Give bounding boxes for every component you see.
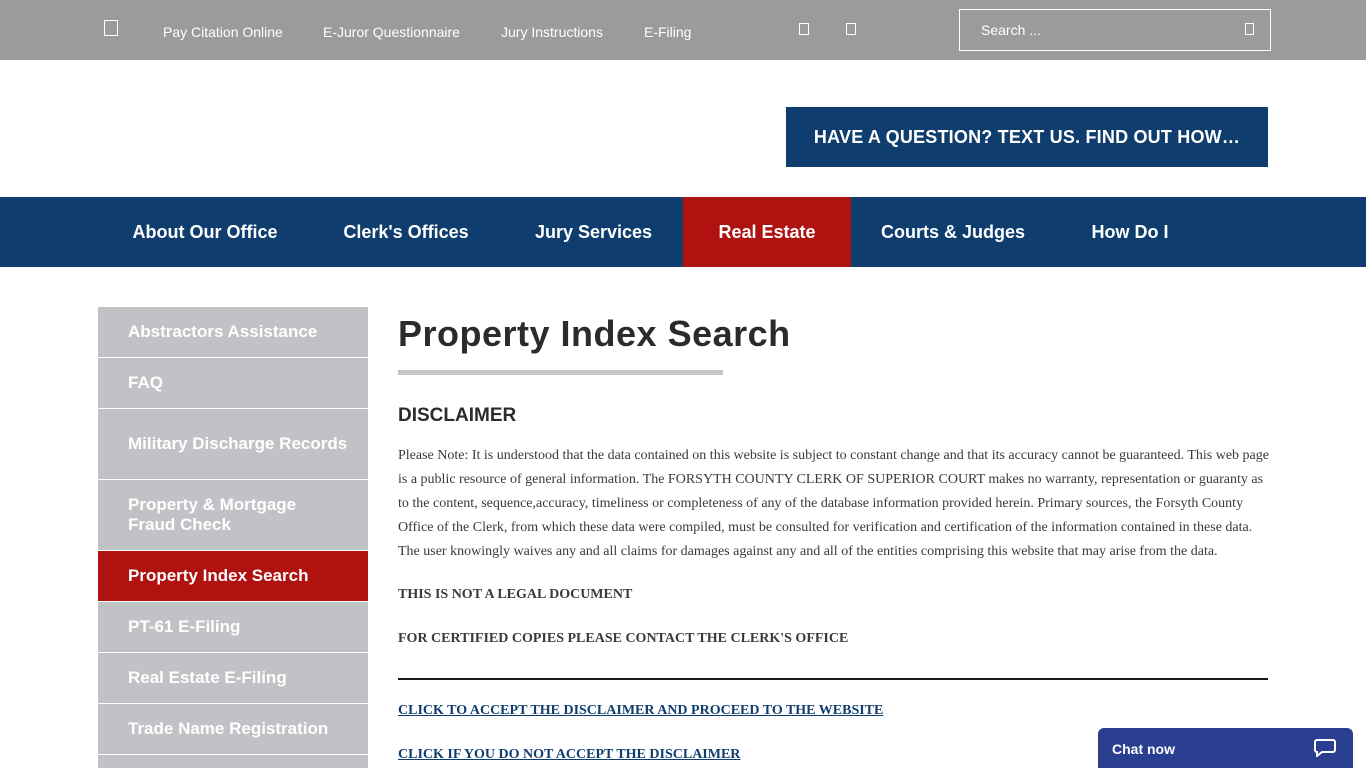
top-link-pay-citation[interactable]: Pay Citation Online [163,24,283,40]
top-utility-bar: Pay Citation Online E-Juror Questionnair… [0,0,1366,60]
not-legal-document-note: THIS IS NOT A LEGAL DOCUMENT [398,587,633,602]
sidebar-item-abstractors-assistance[interactable]: Abstractors Assistance [98,307,368,358]
title-underline [398,370,723,375]
sidebar-item-faq[interactable]: FAQ [98,358,368,409]
nav-item-courts-judges[interactable]: Courts & Judges [861,197,1045,267]
facebook-icon[interactable] [799,23,809,35]
sidebar-item-property-index-search[interactable]: Property Index Search [98,551,368,602]
sidebar-item-property-mortgage-fraud-check[interactable]: Property & Mortgage Fraud Check [98,480,368,551]
chat-bubble-icon [1314,739,1336,757]
top-link-e-juror[interactable]: E-Juror Questionnaire [323,24,460,40]
search-input[interactable] [960,10,1230,50]
chat-now-button[interactable]: Chat now [1098,728,1353,768]
search-box [959,9,1271,51]
disclaimer-heading: DISCLAIMER [398,405,517,426]
home-icon[interactable] [104,20,118,36]
nav-item-clerks-offices[interactable]: Clerk's Offices [320,197,492,267]
text-us-cta-button[interactable]: HAVE A QUESTION? TEXT US. FIND OUT HOW… [786,107,1268,167]
divider [398,678,1268,680]
sidebar-item-more[interactable] [98,755,368,768]
disclaimer-text: Please Note: It is understood that the d… [398,448,1269,559]
decline-disclaimer-link[interactable]: CLICK IF YOU DO NOT ACCEPT THE DISCLAIME… [398,747,740,763]
sidebar-item-real-estate-e-filing[interactable]: Real Estate E-Filing [98,653,368,704]
top-link-jury-instructions[interactable]: Jury Instructions [501,24,603,40]
chat-label: Chat now [1112,741,1175,757]
search-icon[interactable] [1245,23,1254,35]
main-nav: About Our Office Clerk's Offices Jury Se… [0,197,1366,267]
nav-item-real-estate[interactable]: Real Estate [683,197,851,267]
sidebar-item-military-discharge-records[interactable]: Military Discharge Records [98,409,368,480]
sidebar-item-trade-name-registration[interactable]: Trade Name Registration [98,704,368,755]
nav-item-about-our-office[interactable]: About Our Office [110,197,300,267]
sidebar-item-pt61-e-filing[interactable]: PT-61 E-Filing [98,602,368,653]
certified-copies-note: FOR CERTIFIED COPIES PLEASE CONTACT THE … [398,631,849,646]
twitter-icon[interactable] [846,23,856,35]
nav-item-how-do-i[interactable]: How Do I [1070,197,1190,267]
nav-item-jury-services[interactable]: Jury Services [512,197,675,267]
accept-disclaimer-link[interactable]: CLICK TO ACCEPT THE DISCLAIMER AND PROCE… [398,703,883,719]
page-title: Property Index Search [398,313,791,354]
top-link-e-filing[interactable]: E-Filing [644,24,691,40]
